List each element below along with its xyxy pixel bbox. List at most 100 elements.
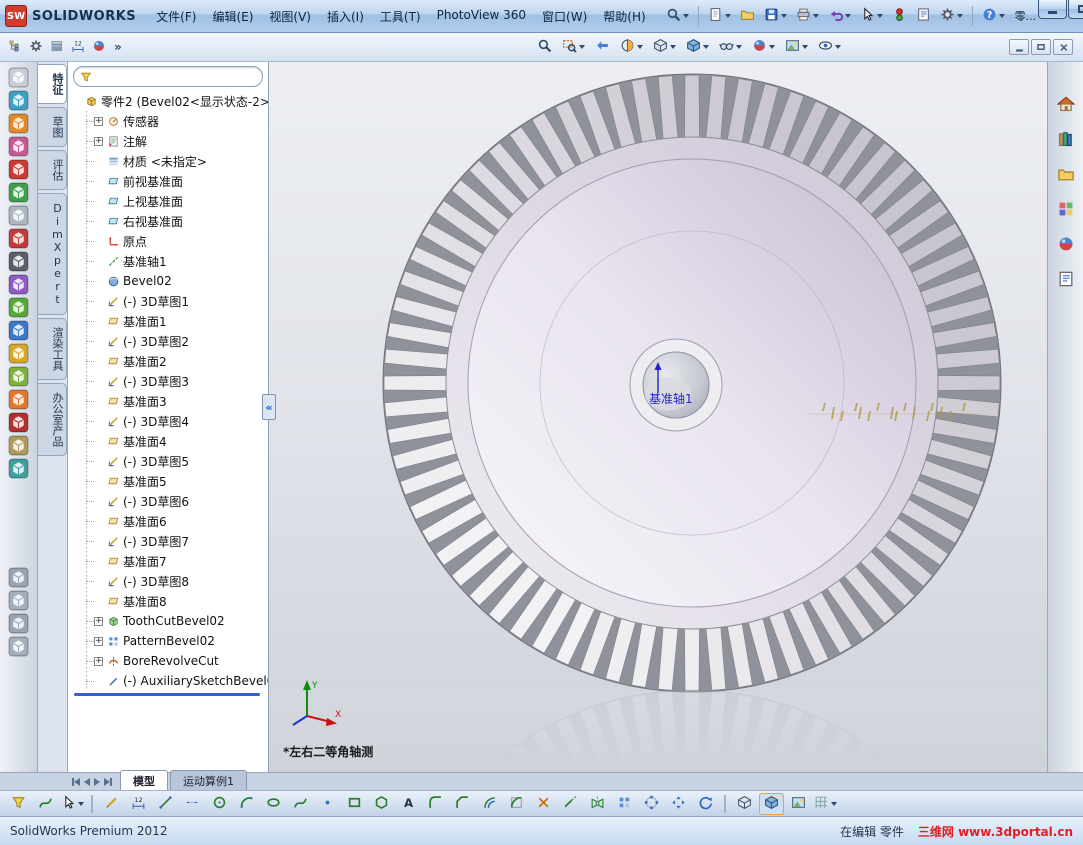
axis-label[interactable]: 基准轴1: [649, 391, 693, 406]
options-button[interactable]: [936, 4, 967, 28]
tree-root-item[interactable]: 零件2 (Bevel02<显示状态-2>): [72, 91, 268, 111]
left-toolbar-icon[interactable]: [8, 251, 29, 272]
display-style-button[interactable]: [682, 36, 713, 58]
sketch-picture-button[interactable]: [786, 793, 811, 815]
left-toolbar-icon[interactable]: [8, 343, 29, 364]
instant3d-button[interactable]: [732, 793, 757, 815]
featuremanager-tab[interactable]: [6, 36, 24, 58]
maximize-button[interactable]: [1068, 0, 1083, 19]
tree-item[interactable]: (-) 3D草图2: [82, 331, 268, 351]
document-minimize-button[interactable]: [1009, 39, 1029, 55]
menu-item[interactable]: 文件(F): [148, 4, 204, 29]
menu-item[interactable]: 工具(T): [372, 4, 429, 29]
commandmanager-tab-2[interactable]: 草图: [38, 107, 67, 147]
tree-item[interactable]: + 注解: [82, 131, 268, 151]
previous-view-button[interactable]: [591, 36, 614, 58]
tree-item[interactable]: (-) 3D草图6: [82, 491, 268, 511]
section-view-button[interactable]: [616, 36, 647, 58]
solidworks-resources-tab[interactable]: [1052, 92, 1080, 118]
zoom-area-button[interactable]: [558, 36, 589, 58]
tab-scroll-prev-button[interactable]: [84, 776, 90, 788]
tree-expand-toggle[interactable]: +: [94, 616, 103, 626]
tree-item[interactable]: (-) 3D草图3: [82, 371, 268, 391]
manager-tabs-overflow[interactable]: »: [108, 40, 128, 54]
view-palette-tab[interactable]: [1052, 197, 1080, 223]
tree-expand-toggle[interactable]: +: [94, 656, 103, 666]
dimxpertmanager-tab[interactable]: 12: [69, 36, 87, 58]
edit-appearance-button[interactable]: [748, 36, 779, 58]
rollback-bar[interactable]: [74, 693, 260, 696]
left-toolbar-icon[interactable]: [8, 159, 29, 180]
tree-item[interactable]: + BoreRevolveCut: [82, 651, 268, 671]
tab-scroll-first-button[interactable]: [72, 776, 80, 788]
trim-entities-button[interactable]: [531, 793, 556, 815]
arc-tool-button[interactable]: [234, 793, 259, 815]
menu-item[interactable]: 帮助(H): [595, 4, 653, 29]
left-toolbar-icon[interactable]: [8, 67, 29, 88]
view-orientation-button[interactable]: [649, 36, 680, 58]
rebuild-button[interactable]: [888, 4, 911, 28]
sketch-button[interactable]: [99, 793, 124, 815]
grid-snap-button[interactable]: [813, 793, 838, 815]
select-tool-button[interactable]: [60, 793, 85, 815]
save-button[interactable]: [760, 4, 791, 28]
move-entities-button[interactable]: [666, 793, 691, 815]
model-tab-2[interactable]: 运动算例1: [170, 770, 247, 790]
document-restore-button[interactable]: [1031, 39, 1051, 55]
new-document-button[interactable]: [704, 4, 735, 28]
view-settings-button[interactable]: [814, 36, 845, 58]
left-toolbar-icon[interactable]: [8, 113, 29, 134]
tree-item[interactable]: 基准面5: [82, 471, 268, 491]
left-toolbar-icon[interactable]: [8, 389, 29, 410]
tree-expand-toggle[interactable]: +: [94, 636, 103, 646]
print-button[interactable]: [792, 4, 823, 28]
minimize-button[interactable]: [1038, 0, 1068, 19]
menu-item[interactable]: 插入(I): [319, 4, 372, 29]
tree-item[interactable]: (-) 3D草图1: [82, 291, 268, 311]
commandmanager-tab-1[interactable]: 特征: [38, 64, 67, 104]
left-toolbar-icon[interactable]: [8, 458, 29, 479]
polygon-tool-button[interactable]: [369, 793, 394, 815]
tree-item[interactable]: Bevel02: [82, 271, 268, 291]
left-toolbar-icon[interactable]: [8, 435, 29, 456]
bevel-gear-model[interactable]: [382, 73, 1002, 693]
line-tool-button[interactable]: [153, 793, 178, 815]
selection-filter-button[interactable]: [6, 793, 31, 815]
menu-item[interactable]: 编辑(E): [204, 4, 261, 29]
point-tool-button[interactable]: [315, 793, 340, 815]
left-toolbar-icon[interactable]: [8, 613, 29, 634]
tree-item[interactable]: 基准面3: [82, 391, 268, 411]
tree-item[interactable]: 上视基准面: [82, 191, 268, 211]
tree-item[interactable]: + 传感器: [82, 111, 268, 131]
chamfer-tool-button[interactable]: [450, 793, 475, 815]
menu-item[interactable]: 视图(V): [261, 4, 319, 29]
left-toolbar-icon[interactable]: [8, 567, 29, 588]
file-explorer-tab[interactable]: [1052, 162, 1080, 188]
tree-item[interactable]: 材质 <未指定>: [82, 151, 268, 171]
help-button[interactable]: ?: [978, 4, 1009, 28]
open-document-button[interactable]: [736, 4, 759, 28]
document-close-button[interactable]: [1053, 39, 1073, 55]
shaded-sketch-button[interactable]: [759, 792, 784, 815]
left-toolbar-icon[interactable]: [8, 636, 29, 657]
hide-show-items-button[interactable]: [715, 36, 746, 58]
mirror-entities-button[interactable]: [585, 793, 610, 815]
convert-entities-button[interactable]: [504, 793, 529, 815]
apply-scene-button[interactable]: [781, 36, 812, 58]
design-library-tab[interactable]: [1052, 127, 1080, 153]
undo-button[interactable]: [824, 4, 855, 28]
tree-item[interactable]: 基准面2: [82, 351, 268, 371]
appearances-scenes-tab[interactable]: [1052, 232, 1080, 258]
custom-properties-tab[interactable]: [1052, 267, 1080, 293]
tree-item[interactable]: (-) 3D草图4: [82, 411, 268, 431]
configurationmanager-tab[interactable]: [48, 36, 66, 58]
search-button[interactable]: [662, 4, 693, 28]
menu-item[interactable]: PhotoView 360: [429, 4, 534, 29]
tab-scroll-next-button[interactable]: [94, 776, 100, 788]
commandmanager-tab-4[interactable]: DimXpert: [38, 193, 67, 315]
extend-entities-button[interactable]: [558, 793, 583, 815]
model-tab-1[interactable]: 模型: [120, 770, 168, 790]
file-properties-button[interactable]: [912, 4, 935, 28]
spline-tool-button[interactable]: [288, 793, 313, 815]
tree-item[interactable]: 基准面8: [82, 591, 268, 611]
